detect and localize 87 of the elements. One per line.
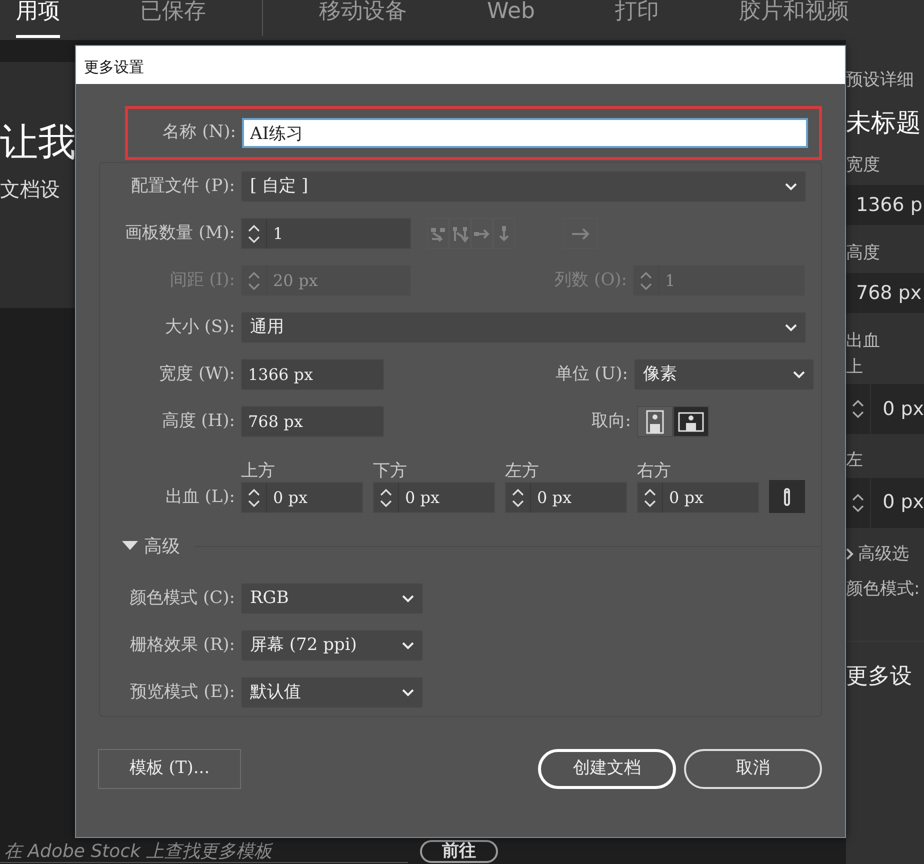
disclosure-triangle-icon[interactable]: [122, 541, 138, 551]
field-label: 大小 (S):: [164, 316, 236, 339]
preview-mode-dropdown[interactable]: 默认值: [241, 677, 423, 708]
field-label: 出血 (L):: [164, 486, 236, 509]
field-label: 栅格效果 (R):: [128, 634, 236, 657]
up-down-arrows-icon[interactable]: [852, 398, 864, 420]
link-button[interactable]: [769, 480, 805, 513]
up-down-arrows-icon: [640, 270, 652, 292]
chevron-down-icon: [402, 594, 414, 602]
color-mode-text: 颜色模式:: [846, 578, 921, 601]
height-field[interactable]: 768 px: [846, 272, 924, 313]
dialog-button[interactable]: 模板 (T)...: [98, 749, 241, 789]
number-field[interactable]: 0 px: [267, 482, 363, 513]
raster-effects-dropdown[interactable]: 屏幕 (72 ppi): [241, 630, 423, 661]
tab[interactable]: 打印: [614, 0, 659, 38]
up-down-arrows-icon: [248, 222, 260, 244]
field-label: 取向:: [590, 410, 632, 433]
chevron-down-icon: [793, 370, 805, 378]
field-label: 右方: [637, 460, 672, 482]
number-field[interactable]: 1: [267, 218, 411, 249]
tab[interactable]: 用项: [16, 0, 60, 38]
orientation-button[interactable]: [673, 406, 709, 437]
arrow-right-icon: [570, 228, 590, 240]
bleed-field[interactable]: 0 px: [846, 478, 924, 528]
advanced-options-link[interactable]: 高级选: [858, 542, 909, 567]
stepper-button[interactable]: [505, 482, 531, 513]
field-label: 配置文件 (P):: [130, 174, 236, 198]
units-dropdown[interactable]: 像素: [634, 359, 814, 390]
field-label: 画板数量 (M):: [124, 222, 236, 245]
field-label: 高度: [846, 242, 881, 265]
stepper-button[interactable]: [373, 482, 399, 513]
field-label: 名称 (N):: [162, 121, 237, 144]
field-label: 上方: [241, 460, 276, 482]
chevron-down-icon: [402, 688, 414, 696]
height-field[interactable]: 768 px: [241, 406, 384, 437]
width-field[interactable]: 1366 p: [846, 184, 924, 225]
stock-search-field[interactable]: 在 Adobe Stock 上查找更多模板: [0, 840, 408, 863]
stepper-button[interactable]: [637, 482, 663, 513]
chevron-down-icon: [785, 324, 797, 332]
orientation-button[interactable]: [637, 406, 673, 437]
up-down-arrows-icon: [380, 486, 392, 508]
color-mode-dropdown[interactable]: RGB: [241, 583, 423, 614]
field-label: 预览模式 (E):: [129, 680, 236, 704]
field-label: 宽度 (W):: [158, 362, 236, 386]
hero-heading: 让我: [0, 120, 76, 166]
dialog-button[interactable]: 取消: [684, 749, 822, 789]
tab[interactable]: Web: [487, 0, 535, 38]
up-down-arrows-icon[interactable]: [852, 492, 864, 514]
field-label: 左: [846, 449, 864, 472]
profile-dropdown[interactable]: [ 自定 ]: [241, 171, 806, 202]
chevron-down-icon: [402, 642, 414, 650]
link-icon: [781, 486, 793, 508]
section-heading[interactable]: 高级: [144, 532, 180, 560]
document-name: 未标题: [846, 106, 922, 138]
field-label: 下方: [373, 460, 408, 482]
bleed-field[interactable]: 0 px: [846, 384, 924, 434]
portrait-icon: [646, 410, 664, 434]
number-field[interactable]: 0 px: [663, 482, 759, 513]
field-label: 颜色模式 (C):: [128, 586, 236, 610]
tab[interactable]: 移动设备: [319, 0, 407, 38]
panel-heading: 预设详细: [846, 69, 915, 92]
up-down-arrows-icon: [248, 270, 260, 292]
size-dropdown[interactable]: 通用: [241, 312, 806, 343]
name-field[interactable]: AI练习: [242, 118, 808, 148]
grid-by-column-icon: [451, 224, 469, 242]
field-label: 单位 (U):: [554, 362, 629, 386]
field-label: 上: [846, 356, 864, 378]
field-label: 出血: [846, 330, 881, 353]
hero-subheading: 文档设: [0, 176, 60, 203]
dialog-button[interactable]: 创建文档: [538, 749, 676, 789]
field-label: 宽度: [846, 154, 881, 177]
field-label: 高度 (H):: [160, 410, 236, 433]
stepper-button[interactable]: [241, 218, 267, 249]
width-field[interactable]: 1366 px: [241, 359, 384, 390]
dialog-title: 更多设置: [76, 46, 845, 84]
go-button[interactable]: 前往: [420, 840, 498, 863]
number-field[interactable]: 0 px: [399, 482, 495, 513]
chevron-down-icon: [785, 182, 797, 190]
up-down-arrows-icon: [512, 486, 524, 508]
stepper-button[interactable]: [241, 482, 267, 513]
up-down-arrows-icon: [644, 486, 656, 508]
number-field[interactable]: 0 px: [531, 482, 627, 513]
tab[interactable]: 已保存: [140, 0, 206, 38]
chevron-right-icon[interactable]: [846, 548, 854, 560]
landscape-icon: [678, 412, 704, 432]
up-down-arrows-icon: [248, 486, 260, 508]
field-label: 左方: [505, 460, 540, 482]
